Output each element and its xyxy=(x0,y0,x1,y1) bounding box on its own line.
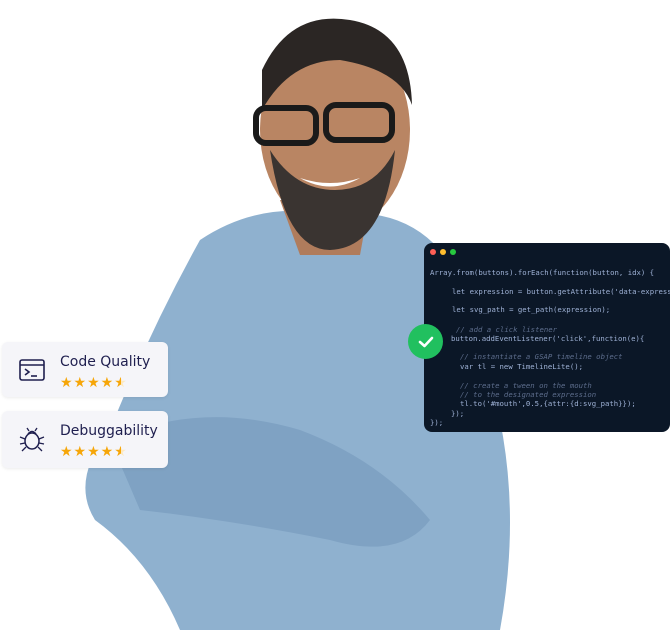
checkmark-icon xyxy=(418,336,433,347)
card-title: Debuggability xyxy=(60,423,158,439)
code-line: let svg_path = get_path(expression); xyxy=(452,305,611,314)
bug-icon xyxy=(19,427,45,452)
maximize-dot xyxy=(450,249,456,255)
code-window: Array.from(buttons).forEach(function(but… xyxy=(424,243,670,432)
code-line: Array.from(buttons).forEach(function(but… xyxy=(430,268,655,277)
star-rating: ★★★★★ xyxy=(60,443,128,459)
card-title: Code Quality xyxy=(60,354,151,370)
debuggability-card: Debuggability ★★★★★ xyxy=(2,411,168,468)
code-line: let expression = button.getAttribute('da… xyxy=(452,287,670,296)
code-comment: // to the designated expression xyxy=(460,390,597,399)
code-line: }); xyxy=(451,409,465,418)
minimize-dot xyxy=(440,249,446,255)
code-line: button.addEventListener('click',function… xyxy=(451,334,645,343)
code-quality-card: Code Quality ★★★★★ xyxy=(2,342,168,397)
terminal-icon xyxy=(19,359,45,381)
check-badge xyxy=(408,324,443,359)
star-rating: ★★★★★ xyxy=(60,374,128,390)
close-dot xyxy=(430,249,436,255)
code-line: var tl = new TimelineLite(); xyxy=(460,362,584,371)
code-comment: // add a click listener xyxy=(456,325,558,334)
window-controls xyxy=(430,249,456,255)
code-line: }); xyxy=(430,418,444,427)
code-comment: // instantiate a GSAP timeline object xyxy=(460,352,623,361)
code-line: tl.to('#mouth',0.5,{attr:{d:svg_path}}); xyxy=(460,399,636,408)
code-comment: // create a tween on the mouth xyxy=(460,381,592,390)
